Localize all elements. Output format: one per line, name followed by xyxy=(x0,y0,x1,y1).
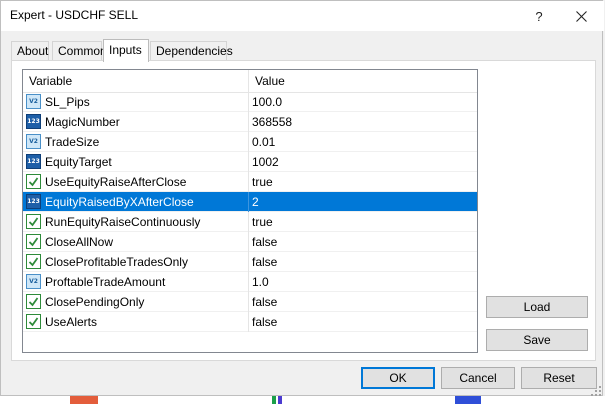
variable-value[interactable]: 100.0 xyxy=(252,92,282,112)
variable-name: RunEquityRaiseContinuously xyxy=(45,215,201,229)
column-divider xyxy=(248,132,249,152)
column-divider xyxy=(248,192,249,212)
variable-name: UseAlerts xyxy=(45,315,98,329)
variable-value[interactable]: 0.01 xyxy=(252,132,275,152)
variable-value[interactable]: 2 xyxy=(252,192,259,212)
tab-inputs[interactable]: Inputs xyxy=(103,39,149,62)
boolean-icon xyxy=(26,254,41,269)
table-row[interactable]: 123 EquityRaisedByXAfterClose 2 xyxy=(23,192,477,212)
variable-name: UseEquityRaiseAfterClose xyxy=(45,175,187,189)
variable-value[interactable]: true xyxy=(252,172,273,192)
variable-name: CloseProfitableTradesOnly xyxy=(45,255,188,269)
variable-name: ProftableTradeAmount xyxy=(45,275,166,289)
column-divider xyxy=(248,272,249,292)
column-header-variable[interactable]: Variable xyxy=(23,70,249,92)
variable-name: TradeSize xyxy=(45,135,100,149)
variable-value[interactable]: false xyxy=(252,292,277,312)
window-title: Expert - USDCHF SELL xyxy=(10,8,139,22)
background-chart-strip xyxy=(0,396,605,404)
background-shape xyxy=(278,396,282,404)
ok-button[interactable]: OK xyxy=(361,367,435,389)
string-icon: V2 xyxy=(26,94,41,109)
column-divider xyxy=(248,152,249,172)
background-shape xyxy=(455,396,481,404)
integer-icon: 123 xyxy=(26,154,41,169)
variable-name: EquityRaisedByXAfterClose xyxy=(45,195,194,209)
variable-name: CloseAllNow xyxy=(45,235,114,249)
background-shape xyxy=(272,396,276,404)
table-row[interactable]: 123 EquityTarget 1002 xyxy=(23,152,477,172)
reset-button[interactable]: Reset xyxy=(521,367,597,389)
boolean-icon xyxy=(26,314,41,329)
table-row[interactable]: RunEquityRaiseContinuously true xyxy=(23,212,477,232)
cancel-button[interactable]: Cancel xyxy=(441,367,515,389)
column-divider xyxy=(248,292,249,312)
grid-header: Variable Value xyxy=(23,70,477,93)
table-row[interactable]: CloseAllNow false xyxy=(23,232,477,252)
grid-rows: V2 SL_Pips 100.0 123 MagicNumber 368558 V2 Trad… xyxy=(23,92,477,332)
variable-name: MagicNumber xyxy=(45,115,120,129)
table-row[interactable]: V2 SL_Pips 100.0 xyxy=(23,92,477,112)
variable-value[interactable]: false xyxy=(252,312,277,332)
integer-icon: 123 xyxy=(26,114,41,129)
column-header-value[interactable]: Value xyxy=(249,70,477,92)
string-icon: V2 xyxy=(26,274,41,289)
boolean-icon xyxy=(26,174,41,189)
expert-dialog: Expert - USDCHF SELL ? About Common Inpu… xyxy=(0,0,604,396)
column-divider xyxy=(248,212,249,232)
save-button[interactable]: Save xyxy=(486,329,588,351)
variable-value[interactable]: false xyxy=(252,232,277,252)
table-row[interactable]: V2 TradeSize 0.01 xyxy=(23,132,477,152)
close-icon xyxy=(575,10,587,22)
background-shape xyxy=(70,396,98,404)
close-button[interactable] xyxy=(558,1,604,31)
title-bar[interactable]: Expert - USDCHF SELL ? xyxy=(1,1,604,31)
variable-value[interactable]: true xyxy=(252,212,273,232)
string-icon: V2 xyxy=(26,134,41,149)
table-row[interactable]: UseEquityRaiseAfterClose true xyxy=(23,172,477,192)
table-row[interactable]: ClosePendingOnly false xyxy=(23,292,477,312)
boolean-icon xyxy=(26,234,41,249)
table-row[interactable]: V2 ProftableTradeAmount 1.0 xyxy=(23,272,477,292)
variable-value[interactable]: 1.0 xyxy=(252,272,269,292)
column-divider xyxy=(248,252,249,272)
table-row[interactable]: UseAlerts false xyxy=(23,312,477,332)
boolean-icon xyxy=(26,294,41,309)
variable-value[interactable]: 368558 xyxy=(252,112,292,132)
tab-dependencies[interactable]: Dependencies xyxy=(150,41,233,60)
table-row[interactable]: CloseProfitableTradesOnly false xyxy=(23,252,477,272)
variable-name: SL_Pips xyxy=(45,95,90,109)
inputs-grid[interactable]: Variable Value V2 SL_Pips 100.0 123 MagicNum… xyxy=(22,69,478,353)
column-divider xyxy=(248,92,249,112)
variable-value[interactable]: 1002 xyxy=(252,152,279,172)
resize-grip-icon[interactable] xyxy=(591,386,601,396)
help-button[interactable]: ? xyxy=(516,1,562,31)
tab-about[interactable]: About xyxy=(11,41,49,60)
column-divider xyxy=(248,112,249,132)
column-divider xyxy=(248,172,249,192)
variable-name: ClosePendingOnly xyxy=(45,295,145,309)
tab-common[interactable]: Common xyxy=(52,41,107,60)
variable-value[interactable]: false xyxy=(252,252,277,272)
column-divider xyxy=(248,232,249,252)
help-icon: ? xyxy=(535,8,543,24)
variable-name: EquityTarget xyxy=(45,155,112,169)
column-divider xyxy=(248,312,249,332)
boolean-icon xyxy=(26,214,41,229)
load-button[interactable]: Load xyxy=(486,296,588,318)
table-row[interactable]: 123 MagicNumber 368558 xyxy=(23,112,477,132)
integer-icon: 123 xyxy=(26,194,41,209)
